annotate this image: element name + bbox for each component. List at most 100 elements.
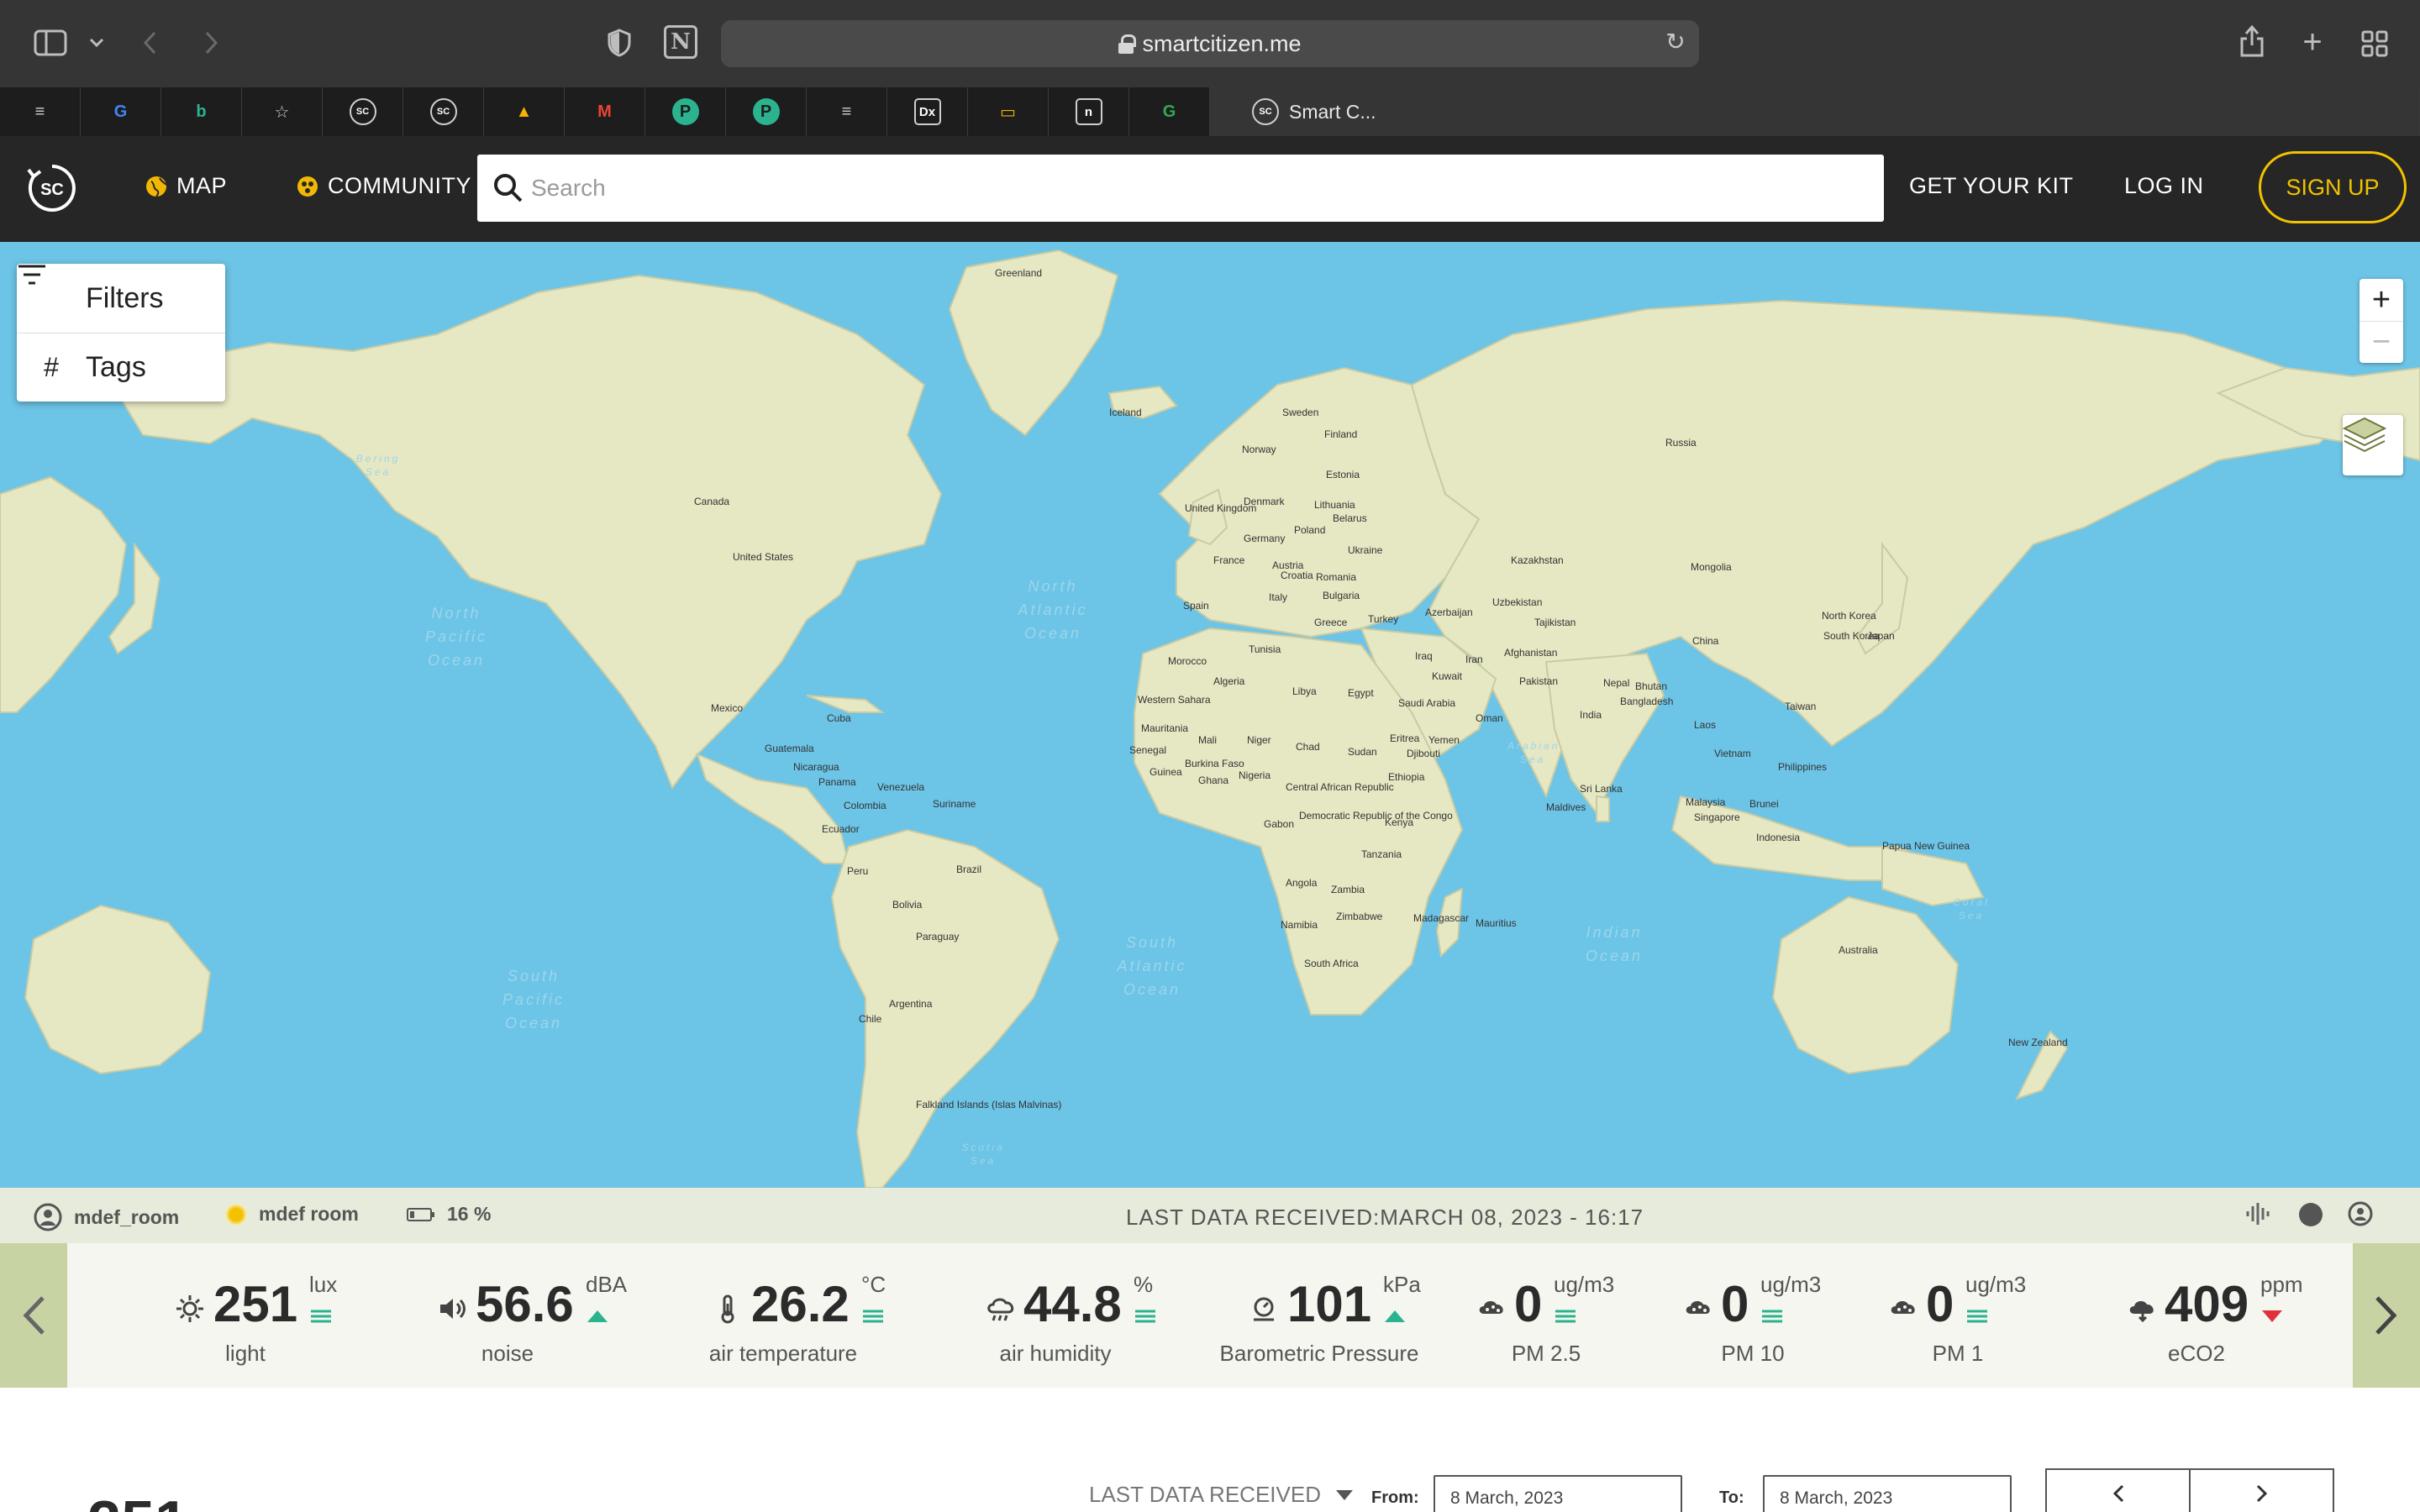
country-label: Nigeria (1239, 769, 1271, 781)
sensor-card[interactable]: 251 lux light (128, 1272, 363, 1373)
zoom-in-button[interactable]: + (2360, 279, 2403, 321)
smartcitizen-icon: SC (429, 98, 457, 125)
chart-next-button[interactable] (2189, 1470, 2333, 1512)
sensor-card[interactable]: 56.6 dBA noise (390, 1272, 627, 1373)
country-label: United States (733, 551, 794, 563)
search-box[interactable] (477, 155, 1884, 222)
range-select[interactable]: LAST DATA RECEIVED (1089, 1482, 1353, 1508)
browser-tab[interactable]: ▲ (484, 87, 565, 136)
sensor-card[interactable]: 0 ug/m3 PM 2.5 (1428, 1272, 1664, 1373)
chevron-down-icon[interactable] (84, 29, 109, 57)
sensor-prev-button[interactable] (0, 1243, 67, 1388)
sensor-card[interactable]: 44.8% air humidity (938, 1272, 1173, 1373)
from-date-input[interactable]: 8 March, 2023 (1434, 1475, 1682, 1512)
country-label: Chile (859, 1013, 882, 1025)
tab-overview-icon[interactable] (2358, 27, 2391, 60)
browser-tab[interactable]: ☆ (242, 87, 323, 136)
sensor-next-button[interactable] (2353, 1243, 2420, 1388)
country-label: Kuwait (1432, 670, 1463, 682)
nav-community-link[interactable]: COMMUNITY (296, 173, 471, 199)
country-label: Gabon (1264, 818, 1295, 830)
country-label: Suriname (933, 798, 976, 810)
privacy-shield-icon[interactable] (605, 27, 634, 59)
sensor-card[interactable]: 101 kPa Barometric Pressure (1202, 1272, 1437, 1373)
country-label: China (1692, 635, 1719, 647)
country-label: Morocco (1168, 655, 1207, 667)
country-label: Malaysia (1686, 796, 1726, 808)
battery: 16 % (407, 1203, 491, 1226)
chart-prev-button[interactable] (2047, 1470, 2189, 1512)
back-icon[interactable] (138, 27, 163, 59)
get-your-kit-link[interactable]: GET YOUR KIT (1909, 173, 2074, 199)
bear-icon: b (196, 102, 207, 121)
caret-down-icon (1335, 1489, 1353, 1500)
kit-name-text: mdef room (259, 1203, 359, 1225)
ocean-label: Indian Ocean (1585, 924, 1644, 964)
sidebar-toggle-icon[interactable] (32, 27, 69, 59)
nav-map-link[interactable]: MAP (145, 173, 227, 199)
world-map[interactable]: Greenland Iceland Canada United States Mexic… (0, 242, 2420, 1188)
dx-icon: Dx (913, 98, 941, 125)
ocean-label: South Pacific Ocean (502, 968, 565, 1032)
signup-button[interactable]: SIGN UP (2259, 151, 2407, 223)
browser-tab[interactable]: SC (403, 87, 484, 136)
tags-button[interactable]: # Tags (17, 333, 225, 402)
browser-tab[interactable]: G (1129, 87, 1210, 136)
account-icon[interactable] (2348, 1201, 2373, 1226)
sensor-value: 101 (1287, 1276, 1372, 1332)
sensor-name: PM 10 (1721, 1341, 1785, 1366)
sensor-card[interactable]: 409 ppm eCO2 (2079, 1272, 2314, 1373)
kit-owner-name: mdef_room (74, 1205, 180, 1228)
hash-icon: # (44, 352, 59, 382)
filters-button[interactable]: Filters (17, 264, 225, 333)
browser-tab[interactable]: Dx (887, 87, 968, 136)
country-label: Central African Republic (1286, 781, 1394, 793)
country-label: Croatia (1281, 570, 1313, 581)
sensor-card[interactable]: 0 ug/m3 PM 1 (1840, 1272, 2075, 1373)
search-input[interactable] (524, 155, 1884, 222)
site-header: SC MAP COMMUNITY GET YOUR KIT LOG IN SIG… (0, 136, 2420, 242)
layers-button[interactable] (2343, 415, 2403, 475)
sensor-name: PM 1 (1932, 1341, 1984, 1366)
notion-extension-icon[interactable]: N (664, 25, 697, 59)
to-date-input[interactable]: 8 March, 2023 (1763, 1475, 2012, 1512)
reload-icon[interactable]: ↻ (1664, 30, 1687, 54)
login-link[interactable]: LOG IN (2124, 173, 2204, 199)
browser-tab[interactable]: ≡ (807, 87, 887, 136)
battery-icon (407, 1206, 435, 1223)
zoom-out-button[interactable]: − (2360, 321, 2403, 363)
new-tab-icon[interactable]: + (2296, 24, 2329, 60)
browser-tab[interactable]: P (645, 87, 726, 136)
trend-equal-icon (1134, 1307, 1157, 1324)
browser-tab[interactable]: M (565, 87, 645, 136)
chevron-right-icon (2374, 1294, 2399, 1336)
sensor-card[interactable]: 0 ug/m3 PM 10 (1635, 1272, 1870, 1373)
country-label: Ghana (1198, 774, 1229, 786)
sensor-card[interactable]: 26.2 °C air temperature (666, 1272, 901, 1373)
browser-tab[interactable]: SC (323, 87, 403, 136)
record-icon[interactable] (2299, 1203, 2323, 1226)
browser-tab[interactable]: P (726, 87, 807, 136)
browser-tab[interactable]: n (1049, 87, 1129, 136)
country-label: Mauritania (1141, 722, 1189, 734)
sensor-unit: ug/m3 (1554, 1272, 1615, 1297)
waveform-icon[interactable] (2245, 1201, 2270, 1226)
sensor-value: 0 (1514, 1276, 1543, 1332)
country-label: Papua New Guinea (1882, 840, 1970, 852)
country-label: Mexico (711, 702, 744, 714)
browser-tab[interactable]: b (161, 87, 242, 136)
ocean-label: Scotia Sea (961, 1142, 1005, 1167)
search-icon (492, 172, 524, 204)
forward-icon[interactable] (198, 27, 224, 59)
browser-tab[interactable]: ▭ (968, 87, 1049, 136)
slides-icon: ▭ (1000, 102, 1016, 122)
kit-owner[interactable]: mdef_room (34, 1203, 179, 1231)
country-label: Angola (1286, 877, 1318, 889)
address-bar[interactable]: smartcitizen.me ↻ (721, 20, 1699, 67)
browser-tab[interactable]: G (81, 87, 161, 136)
range-select-value: LAST DATA RECEIVED (1089, 1482, 1321, 1507)
browser-tab[interactable]: ≡ (0, 87, 81, 136)
smartcitizen-logo[interactable]: SC (25, 161, 79, 215)
active-browser-tab[interactable]: SC Smart C... (1210, 87, 2420, 136)
share-icon[interactable] (2235, 22, 2269, 60)
